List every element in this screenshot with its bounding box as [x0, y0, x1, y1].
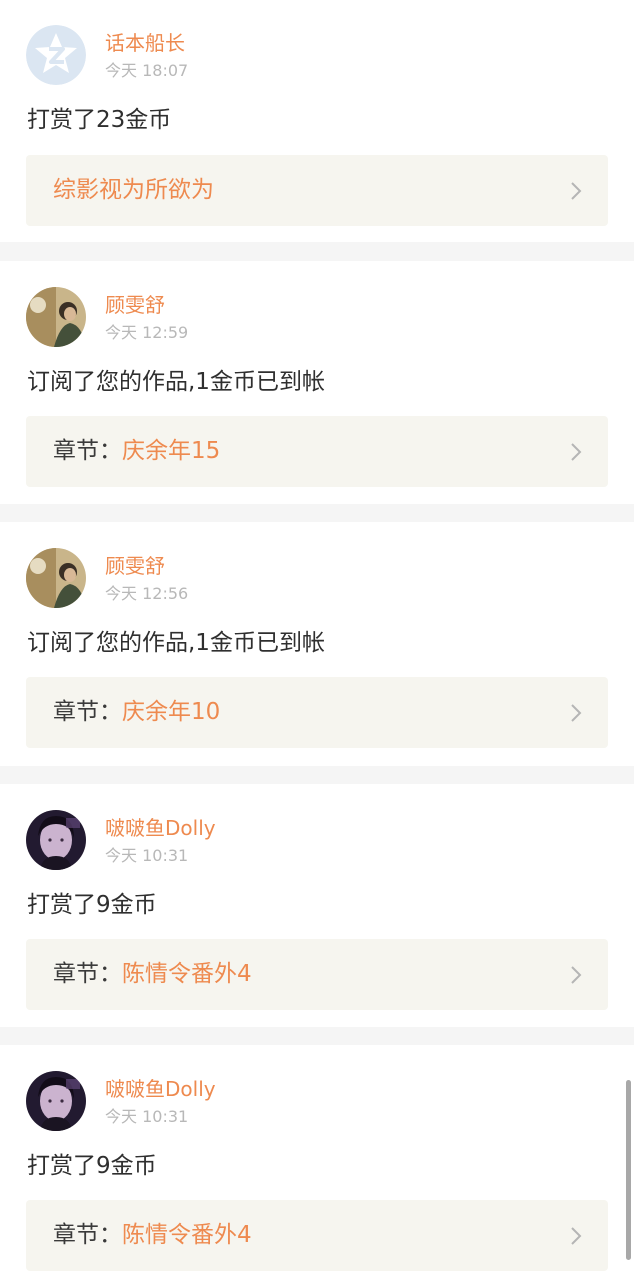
username[interactable]: 顾雯舒 — [105, 554, 165, 578]
notification-card: 啵啵鱼Dolly 今天 10:31 打赏了9金币 章节：陈情令番外4 — [0, 784, 634, 1027]
chapter-title: 庆余年15 — [122, 438, 221, 464]
link-prefix: 章节： — [53, 699, 122, 725]
chevron-right-icon — [570, 703, 582, 723]
notification-message: 订阅了您的作品,1金币已到帐 — [27, 630, 325, 656]
notification-card: 顾雯舒 今天 12:59 订阅了您的作品,1金币已到帐 章节：庆余年15 — [0, 261, 634, 504]
timestamp: 今天 12:56 — [105, 584, 189, 603]
chevron-right-icon — [570, 181, 582, 201]
chevron-right-icon — [570, 1226, 582, 1246]
link-text: 章节：庆余年15 — [53, 436, 220, 466]
scrollbar[interactable] — [626, 1080, 631, 1260]
link-text: 章节：陈情令番外4 — [53, 959, 252, 989]
chevron-right-icon — [570, 442, 582, 462]
notification-feed[interactable]: 话本船长 今天 18:07 打赏了23金币 综影视为所欲为 顾雯舒 今天 12:… — [0, 0, 634, 1280]
avatar[interactable] — [26, 25, 86, 85]
link-text: 综影视为所欲为 — [53, 175, 214, 205]
link-text: 章节：陈情令番外4 — [53, 1220, 252, 1250]
timestamp: 今天 10:31 — [105, 1107, 189, 1126]
chapter-link[interactable]: 章节：庆余年10 — [26, 677, 608, 748]
chevron-right-icon — [570, 965, 582, 985]
chapter-title: 陈情令番外4 — [122, 1222, 252, 1248]
notification-message: 打赏了9金币 — [27, 1153, 157, 1179]
link-text: 章节：庆余年10 — [53, 697, 220, 727]
avatar[interactable] — [26, 287, 86, 347]
avatar[interactable] — [26, 810, 86, 870]
work-link[interactable]: 综影视为所欲为 — [26, 155, 608, 226]
timestamp: 今天 12:59 — [105, 323, 189, 342]
username[interactable]: 啵啵鱼Dolly — [105, 1077, 216, 1101]
username[interactable]: 顾雯舒 — [105, 293, 165, 317]
notification-message: 订阅了您的作品,1金币已到帐 — [27, 369, 325, 395]
chapter-title: 陈情令番外4 — [122, 961, 252, 987]
chapter-link[interactable]: 章节：庆余年15 — [26, 416, 608, 487]
link-prefix: 章节： — [53, 438, 122, 464]
notification-message: 打赏了9金币 — [27, 892, 157, 918]
avatar[interactable] — [26, 548, 86, 608]
chapter-link[interactable]: 章节：陈情令番外4 — [26, 1200, 608, 1271]
avatar[interactable] — [26, 1071, 86, 1131]
timestamp: 今天 10:31 — [105, 846, 189, 865]
z-logo-icon — [26, 25, 86, 85]
link-prefix: 章节： — [53, 961, 122, 987]
username[interactable]: 话本船长 — [105, 31, 185, 55]
chapter-link[interactable]: 章节：陈情令番外4 — [26, 939, 608, 1010]
link-prefix: 章节： — [53, 1222, 122, 1248]
person-photo-avatar — [26, 287, 86, 347]
notification-card: 话本船长 今天 18:07 打赏了23金币 综影视为所欲为 — [0, 0, 634, 242]
notification-card: 顾雯舒 今天 12:56 订阅了您的作品,1金币已到帐 章节：庆余年10 — [0, 522, 634, 766]
timestamp: 今天 18:07 — [105, 61, 189, 80]
person-photo-avatar — [26, 548, 86, 608]
username[interactable]: 啵啵鱼Dolly — [105, 816, 216, 840]
chapter-title: 庆余年10 — [122, 699, 221, 725]
notification-card: 啵啵鱼Dolly 今天 10:31 打赏了9金币 章节：陈情令番外4 — [0, 1045, 634, 1280]
work-title: 综影视为所欲为 — [53, 177, 214, 203]
portrait-photo-avatar — [26, 1071, 86, 1131]
portrait-photo-avatar — [26, 810, 86, 870]
notification-message: 打赏了23金币 — [27, 107, 172, 133]
